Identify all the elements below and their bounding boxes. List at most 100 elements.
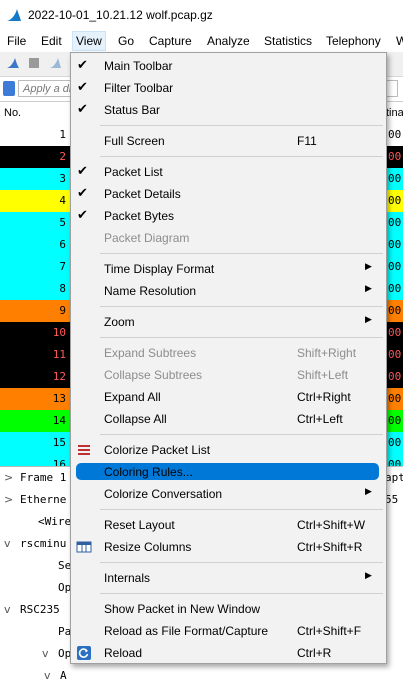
detail-tree-item[interactable]: v RSC235 (4, 603, 60, 621)
checkmark-icon: ✔ (77, 186, 88, 201)
menu-item-label: Name Resolution (104, 284, 197, 298)
detail-tree-item[interactable]: > Etherne (4, 493, 66, 511)
menu-item-label: Packet List (104, 165, 163, 179)
packet-destination: 00 (388, 326, 402, 339)
menu-item-main-toolbar[interactable]: ✔ Main Toolbar (71, 55, 386, 77)
packet-number: 10 (52, 326, 66, 339)
menu-item-collapse-all[interactable]: Collapse All Ctrl+Left (71, 408, 386, 430)
menu-statistics[interactable]: Statistics (264, 34, 312, 48)
packet-destination: 00 (388, 128, 402, 141)
menu-item-label: Expand Subtrees (104, 346, 197, 360)
packet-destination: 00 (388, 282, 402, 295)
menu-item-label: Internals (104, 571, 151, 585)
menu-item-filter-toolbar[interactable]: ✔ Filter Toolbar (71, 77, 386, 99)
detail-tree-item[interactable]: v rscminu (4, 537, 66, 555)
menu-item-expand-all[interactable]: Expand All Ctrl+Right (71, 386, 386, 408)
submenu-arrow-icon: ▶ (365, 487, 372, 497)
submenu-arrow-icon: ▶ (365, 262, 372, 272)
menu-separator (100, 434, 383, 435)
packet-destination: 00 (388, 238, 402, 251)
menu-item-shortcut: Shift+Left (297, 368, 349, 382)
menu-item-label: Show Packet in New Window (104, 602, 261, 616)
menu-view[interactable]: View (72, 31, 106, 51)
expand-chevron-icon[interactable]: v (42, 647, 58, 660)
packet-destination: 00 (388, 436, 402, 449)
menu-item-shortcut: Ctrl+Shift+R (297, 540, 363, 554)
packet-number: 9 (59, 304, 66, 317)
menu-bar: File Edit View Go Capture Analyze Statis… (0, 30, 403, 52)
menu-item-shortcut: Ctrl+Shift+F (297, 624, 362, 638)
menu-go[interactable]: Go (118, 34, 134, 48)
menu-item-reload[interactable]: Reload Ctrl+R (71, 642, 386, 664)
menu-item-packet-list[interactable]: ✔ Packet List (71, 161, 386, 183)
menu-wireless[interactable]: W (396, 34, 403, 48)
menu-item-full-screen[interactable]: Full Screen F11 (71, 130, 386, 152)
detail-text: Frame 1 (20, 471, 67, 484)
packet-number: 6 (59, 238, 66, 251)
column-header-destination[interactable]: tina (386, 107, 403, 119)
detail-tree-item[interactable]: > Frame 1 (4, 471, 66, 489)
packet-number: 5 (59, 216, 66, 229)
packet-number: 12 (52, 370, 66, 383)
checkmark-icon: ✔ (77, 164, 88, 179)
packet-destination: 00 (388, 216, 402, 229)
menu-item-colorize-conversation[interactable]: Colorize Conversation ▶ (71, 483, 386, 505)
start-capture-icon[interactable] (6, 56, 20, 70)
restart-capture-icon[interactable] (48, 56, 62, 70)
resize-columns-icon (76, 539, 92, 555)
menu-edit[interactable]: Edit (41, 34, 62, 48)
menu-item-shortcut: Ctrl+R (297, 646, 332, 660)
detail-text: Etherne (20, 493, 67, 506)
filter-bookmark-icon[interactable] (3, 81, 15, 96)
menu-telephony[interactable]: Telephony (326, 34, 381, 48)
menu-item-collapse-subtrees: Collapse Subtrees Shift+Left (71, 364, 386, 386)
menu-item-resize-columns[interactable]: Resize Columns Ctrl+Shift+R (71, 536, 386, 558)
collapse-chevron-icon[interactable]: > (4, 471, 20, 484)
submenu-arrow-icon: ▶ (365, 571, 372, 581)
detail-text: rscminu (20, 537, 67, 550)
menu-file[interactable]: File (7, 34, 26, 48)
menu-item-packet-bytes[interactable]: ✔ Packet Bytes (71, 205, 386, 227)
packet-destination: 00 (388, 194, 402, 207)
menu-capture[interactable]: Capture (149, 34, 192, 48)
menu-item-colorize-packet-list[interactable]: Colorize Packet List (71, 439, 386, 461)
column-header-no[interactable]: No. (4, 107, 21, 119)
packet-number: 11 (52, 348, 66, 361)
collapse-chevron-icon[interactable]: > (4, 493, 20, 506)
packet-number: 8 (59, 282, 66, 295)
menu-item-name-resolution[interactable]: Name Resolution ▶ (71, 280, 386, 302)
menu-item-coloring-rules[interactable]: Coloring Rules... (71, 461, 386, 483)
menu-item-shortcut: Shift+Right (297, 346, 357, 360)
menu-item-label: Packet Details (104, 187, 181, 201)
menu-item-packet-details[interactable]: ✔ Packet Details (71, 183, 386, 205)
packet-number: 2 (59, 150, 66, 163)
stop-capture-icon[interactable] (27, 56, 41, 70)
menu-item-shortcut: Ctrl+Shift+W (297, 518, 366, 532)
detail-right-text: apt (385, 471, 403, 484)
checkmark-icon: ✔ (77, 102, 88, 117)
menu-item-status-bar[interactable]: ✔ Status Bar (71, 99, 386, 121)
menu-item-show-packet-in-new-window[interactable]: Show Packet in New Window (71, 598, 386, 620)
detail-tree-item[interactable]: vA (44, 669, 67, 687)
menu-item-label: Reload as File Format/Capture (104, 624, 269, 638)
menu-item-label: Reload (104, 646, 143, 660)
checkmark-icon: ✔ (77, 208, 88, 223)
expand-chevron-icon[interactable]: v (44, 669, 60, 682)
packet-destination: 00 (388, 150, 402, 163)
menu-item-time-display-format[interactable]: Time Display Format ▶ (71, 258, 386, 280)
menu-item-shortcut: Ctrl+Right (297, 390, 351, 404)
menu-item-label: Status Bar (104, 103, 161, 117)
menu-item-reset-layout[interactable]: Reset Layout Ctrl+Shift+W (71, 514, 386, 536)
expand-chevron-icon[interactable]: v (4, 603, 20, 616)
menu-item-internals[interactable]: Internals ▶ (71, 567, 386, 589)
packet-destination: 00 (388, 304, 402, 317)
wireshark-fin-icon (7, 9, 21, 21)
detail-text: A (60, 669, 67, 682)
expand-chevron-icon[interactable]: v (4, 537, 20, 550)
menu-item-zoom[interactable]: Zoom ▶ (71, 311, 386, 333)
window-title: 2022-10-01_10.21.12 wolf.pcap.gz (28, 8, 213, 22)
menu-separator (100, 593, 383, 594)
packet-destination: 00 (388, 414, 402, 427)
menu-item-reload-as-file-format-capture[interactable]: Reload as File Format/Capture Ctrl+Shift+… (71, 620, 386, 642)
menu-analyze[interactable]: Analyze (207, 34, 250, 48)
